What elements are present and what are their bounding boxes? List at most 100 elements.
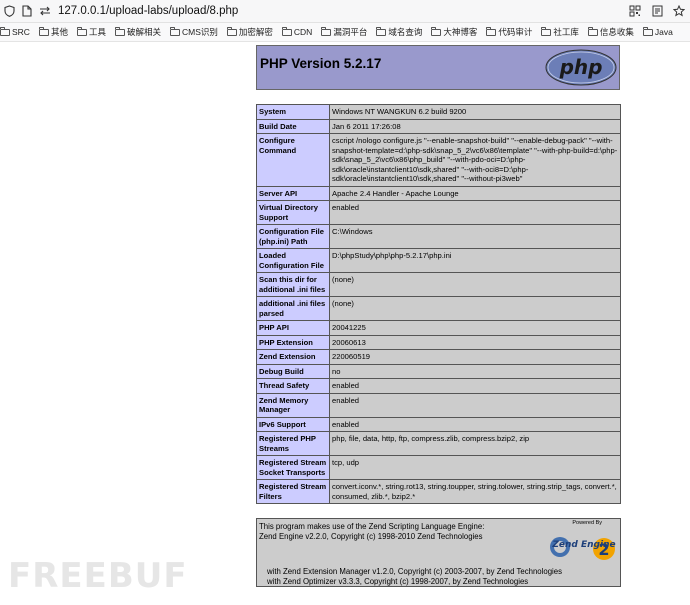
row-key: Zend Extension [256,349,330,365]
bookmark-label: 社工库 [553,27,579,37]
bookmark-label: Java [654,27,673,37]
row-key: additional .ini files parsed [256,296,330,321]
bookmark-item[interactable]: 漏洞平台 [321,26,367,38]
table-row: Loaded Configuration File D:\phpStudy\php… [256,248,621,273]
bookmark-item[interactable]: SRC [0,26,30,37]
zend-line-4: with Zend Optimizer v3.3.3, Copyright (c… [267,577,529,586]
table-row: Build Date Jan 6 2011 17:26:08 [256,118,621,134]
connection-icon[interactable] [36,2,54,20]
qr-code-icon[interactable] [626,2,644,20]
bookmark-label: 其他 [50,27,68,37]
folder-icon [541,26,552,36]
row-key: Virtual Directory Support [256,200,330,225]
row-key: Scan this dir for additional .ini files [256,272,330,297]
folder-icon [281,26,292,36]
row-value: 220060519 [329,349,621,365]
url-bar[interactable]: 127.0.0.1/upload-labs/upload/8.php [58,5,238,17]
table-row: Registered PHP Streams php, file, data, h… [256,431,621,456]
bookmark-item[interactable]: 信息收集 [587,26,634,38]
reader-mode-icon[interactable] [648,2,666,20]
bookmark-item[interactable]: 其他 [38,26,68,38]
bookmark-item[interactable]: 加密解密 [226,26,273,38]
row-value: enabled [329,392,621,418]
row-key: Loaded Configuration File [256,248,330,273]
row-value: php, file, data, http, ftp, compress.zli… [329,431,621,456]
row-key: Zend Memory Manager [256,392,330,418]
shield-icon[interactable] [0,2,18,20]
row-key: System [256,104,330,120]
bookmark-item[interactable]: 社工库 [541,26,579,38]
row-value: D:\phpStudy\php\php-5.2.17\php.ini [329,248,621,273]
table-row: Scan this dir for additional .ini files(… [256,272,621,297]
zend-line-2: Zend Engine v2.2.0, Copyright (c) 1998-2… [259,532,483,541]
bookmark-label: 域名查询 [388,27,423,37]
bookmark-label: 工具 [88,27,106,37]
row-key: Registered PHP Streams [256,431,330,456]
bookmark-item[interactable]: 工具 [76,26,106,38]
row-value: tcp, udp [329,455,621,480]
phpinfo-table: System Windows NT WANGKUN 6.2 build 9200 B… [256,104,621,504]
phpinfo-header: PHP Version 5.2.17 php [256,45,620,90]
star-icon[interactable] [670,2,688,20]
row-key: PHP Extension [256,334,330,350]
bookmark-label: 信息收集 [599,27,634,37]
bookmark-item[interactable]: 代码审计 [486,26,532,38]
php-logo[interactable]: php [545,49,617,86]
row-value: (none) [329,272,621,297]
bookmark-label: SRC [12,27,30,37]
folder-icon [114,26,125,36]
row-key: Configure Command [256,133,330,187]
table-row: Debug Build no [256,363,621,379]
bookmark-label: CDN [293,27,313,37]
zend-info-box: This program makes use of the Zend Scrip… [256,518,621,587]
row-value: enabled [329,378,621,394]
bookmarks-bar: SRC 其他 工具 破解相关 CMS识别 加密解密 CDN 漏洞平台 域名查询 大神博客 代码审计 社… [0,23,690,42]
folder-icon [321,26,332,36]
page-icon[interactable] [18,2,36,20]
folder-icon [431,26,442,36]
bookmark-item[interactable]: CMS识别 [170,26,218,38]
bookmark-item[interactable]: 破解相关 [114,26,161,38]
row-value: cscript /nologo configure.js "--enable-s… [329,133,621,187]
zend-engine-logo[interactable]: 2 Zend Engine [546,520,618,564]
table-row: Thread Safety enabled [256,378,621,394]
php-logo-text: php [559,55,603,79]
table-row: Zend Extension 220060519 [256,349,621,365]
bookmark-item[interactable]: 域名查询 [376,26,422,38]
row-value: 20060613 [329,334,621,350]
table-row: Server API Apache 2.4 Handler - Apache Lo… [256,185,621,201]
folder-icon [226,26,237,36]
row-key: Thread Safety [256,378,330,394]
folder-icon [376,26,387,36]
bookmark-label: 大神博客 [443,27,478,37]
folder-icon [486,26,497,36]
zend-logo-text: Zend Engine [551,540,615,550]
row-key: PHP API [256,320,330,336]
folder-icon [76,26,87,36]
table-row: System Windows NT WANGKUN 6.2 build 9200 [256,104,621,120]
row-value: Jan 6 2011 17:26:08 [329,118,621,134]
bookmark-label: 漏洞平台 [333,27,368,37]
table-row: Virtual Directory Support enabled [256,200,621,225]
bookmark-item[interactable]: 大神博客 [431,26,477,38]
table-row: Configure Command cscript /nologo configu… [256,133,621,187]
zend-line-1: This program makes use of the Zend Scrip… [259,522,485,531]
folder-icon [642,26,653,36]
row-value: enabled [329,416,621,432]
table-row: Registered Stream Socket Transports tcp, … [256,455,621,480]
row-value: convert.iconv.*, string.rot13, string.to… [329,479,621,504]
bookmark-label: 代码审计 [498,27,533,37]
row-value: (none) [329,296,621,321]
row-key: Registered Stream Filters [256,479,330,504]
row-value: 20041225 [329,320,621,336]
row-key: Server API [256,185,330,201]
row-key: Registered Stream Socket Transports [256,455,330,480]
row-key: Configuration File (php.ini) Path [256,224,330,249]
bookmark-item[interactable]: CDN [281,26,313,37]
bookmark-item[interactable]: Java [642,26,673,37]
table-row: PHP Extension 20060613 [256,334,621,350]
table-row: additional .ini files parsed (none) [256,296,621,321]
freebuf-watermark: FREEBUF [8,556,188,596]
row-key: IPv6 Support [256,416,330,432]
bookmark-label: CMS识别 [182,27,218,37]
